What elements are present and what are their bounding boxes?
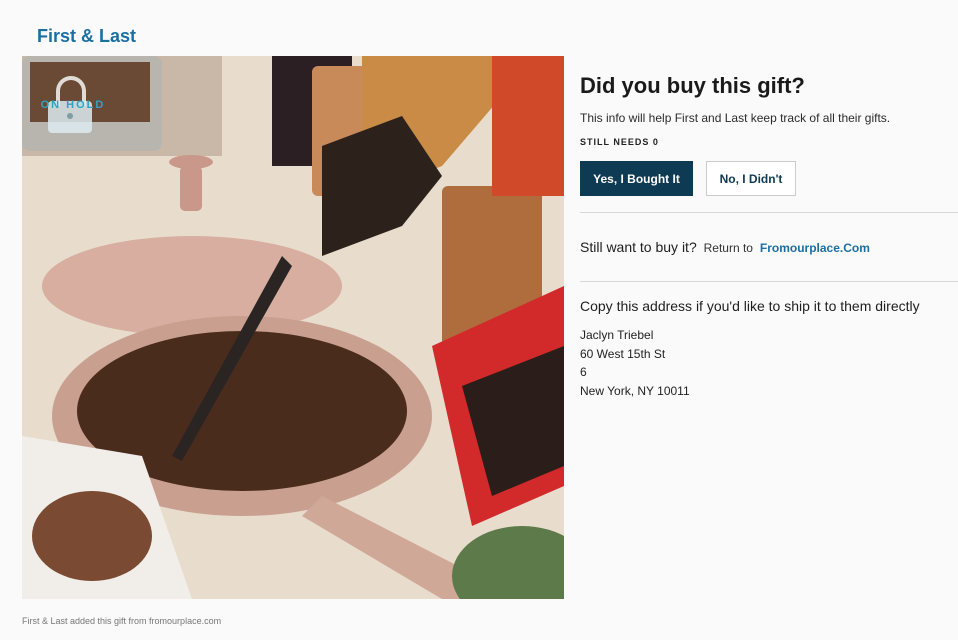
panel-title: Did you buy this gift? [580, 73, 805, 98]
divider [580, 212, 958, 213]
on-hold-label: ON HOLD [40, 99, 106, 111]
yes-bought-button[interactable]: Yes, I Bought It [580, 161, 693, 196]
shipping-address: Jaclyn Triebel 60 West 15th St 6 New Yor… [580, 326, 958, 400]
store-link[interactable]: Fromourplace.Com [760, 241, 870, 255]
product-image [22, 56, 564, 599]
footer-note: First & Last added this gift from fromou… [22, 616, 222, 626]
action-buttons: Yes, I Bought It No, I Didn't [580, 161, 958, 196]
divider [580, 281, 958, 282]
address-unit: 6 [580, 365, 587, 379]
brand-title[interactable]: First & Last [37, 26, 136, 47]
on-hold-badge: ON HOLD [38, 76, 108, 134]
address-city: New York, NY 10011 [580, 383, 690, 398]
no-didnt-button[interactable]: No, I Didn't [706, 161, 796, 196]
panel-subtitle: This info will help First and Last keep … [580, 111, 891, 125]
product-photo [22, 56, 564, 599]
address-street: 60 West 15th St [580, 346, 666, 361]
buy-prompt-row: Still want to buy it? Return to Fromourp… [580, 239, 958, 255]
still-needs-count: STILL NEEDS 0 [580, 137, 659, 147]
return-to-label: Return to [703, 241, 753, 255]
address-name: Jaclyn Triebel [580, 328, 654, 342]
lock-keyhole [67, 113, 73, 119]
buy-prompt: Still want to buy it? [580, 239, 697, 255]
copy-address-title: Copy this address if you'd like to ship … [580, 298, 920, 314]
purchase-panel: Did you buy this gift? This info will he… [580, 70, 958, 400]
